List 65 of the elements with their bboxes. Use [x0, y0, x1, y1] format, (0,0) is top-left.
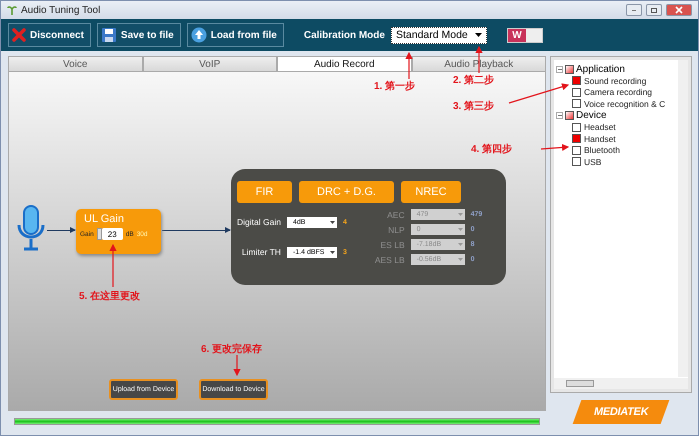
window-title: Audio Tuning Tool [21, 4, 102, 16]
close-button[interactable] [666, 4, 692, 16]
checkbox[interactable] [565, 111, 574, 120]
tree-item[interactable]: USB [584, 156, 602, 167]
checkbox[interactable] [572, 76, 581, 86]
logo: MEDIATEK [572, 400, 670, 424]
collapse-icon[interactable] [556, 112, 563, 119]
param-label: NLP [387, 224, 405, 234]
dropdown-caret-icon [474, 33, 482, 37]
dropdown-caret-icon [330, 220, 335, 224]
tree-item[interactable]: Handset [584, 134, 616, 144]
maximize-button[interactable] [646, 4, 662, 16]
annotation-label: 5. 在这里更改 [79, 289, 140, 303]
close-icon [675, 6, 683, 14]
checkbox[interactable] [572, 122, 581, 132]
param-label: AES LB [374, 254, 405, 264]
minimize-button[interactable] [626, 4, 642, 16]
calibration-label: Calibration Mode [304, 30, 385, 40]
checkbox[interactable] [572, 134, 581, 144]
collapse-icon[interactable] [556, 66, 563, 72]
tab[interactable]: VoIP [142, 56, 277, 71]
annotation-label: 3. 第三步 [453, 100, 494, 113]
cross-icon [12, 28, 26, 42]
tree-item[interactable]: Headset [584, 122, 616, 132]
param-label: AEC [386, 210, 405, 220]
annotation-label: 2. 第二步 [453, 74, 494, 87]
microphone-icon [16, 205, 46, 252]
dropdown-caret-icon [330, 250, 335, 254]
tab[interactable]: Audio Record [277, 56, 412, 71]
dropdown-caret-icon [458, 243, 463, 246]
param-label: ES LB [380, 240, 405, 250]
checkbox[interactable] [572, 99, 581, 108]
annotation-arrow [508, 83, 570, 104]
toolbar-button[interactable]: Load from file [186, 23, 284, 47]
dropdown-caret-icon [458, 228, 463, 231]
annotation-arrow [540, 144, 570, 152]
checkbox[interactable] [572, 157, 581, 166]
checkbox[interactable] [572, 146, 581, 155]
toggle-switch[interactable]: W [506, 28, 543, 42]
app-icon [7, 5, 17, 15]
calibration-dropdown[interactable]: Standard Mode [390, 26, 487, 44]
tree-item[interactable]: Application [576, 64, 625, 74]
tree-item[interactable]: Camera recording [584, 87, 652, 98]
horizontal-scrollbar[interactable] [554, 378, 688, 389]
annotation-label: 1. 第一步 [374, 80, 416, 93]
toolbar-button[interactable]: Disconnect [8, 23, 91, 47]
annotation-arrow [109, 244, 117, 287]
upload-icon [190, 27, 207, 43]
checkbox[interactable] [565, 64, 574, 74]
dropdown-caret-icon [458, 213, 463, 216]
block-title: UL Gain [84, 213, 125, 225]
annotation-arrow [405, 52, 413, 79]
checkbox[interactable] [572, 88, 581, 97]
dropdown-caret-icon [458, 258, 463, 261]
tree-item[interactable]: Sound recording [584, 76, 646, 86]
param-label: Limiter TH [240, 247, 281, 257]
annotation-label: 6. 更改完保存 [201, 342, 262, 356]
annotation-label: 4. 第四步 [471, 142, 512, 156]
toolbar-button[interactable]: Save to file [96, 23, 181, 47]
tree-item[interactable]: Voice recognition & C [584, 98, 666, 109]
annotation-arrow [233, 355, 241, 376]
tab[interactable]: Voice [8, 56, 142, 71]
tree-item[interactable]: Bluetooth [584, 145, 620, 156]
param-label: Digital Gain [237, 217, 281, 227]
tree-item[interactable]: Device [576, 110, 607, 121]
